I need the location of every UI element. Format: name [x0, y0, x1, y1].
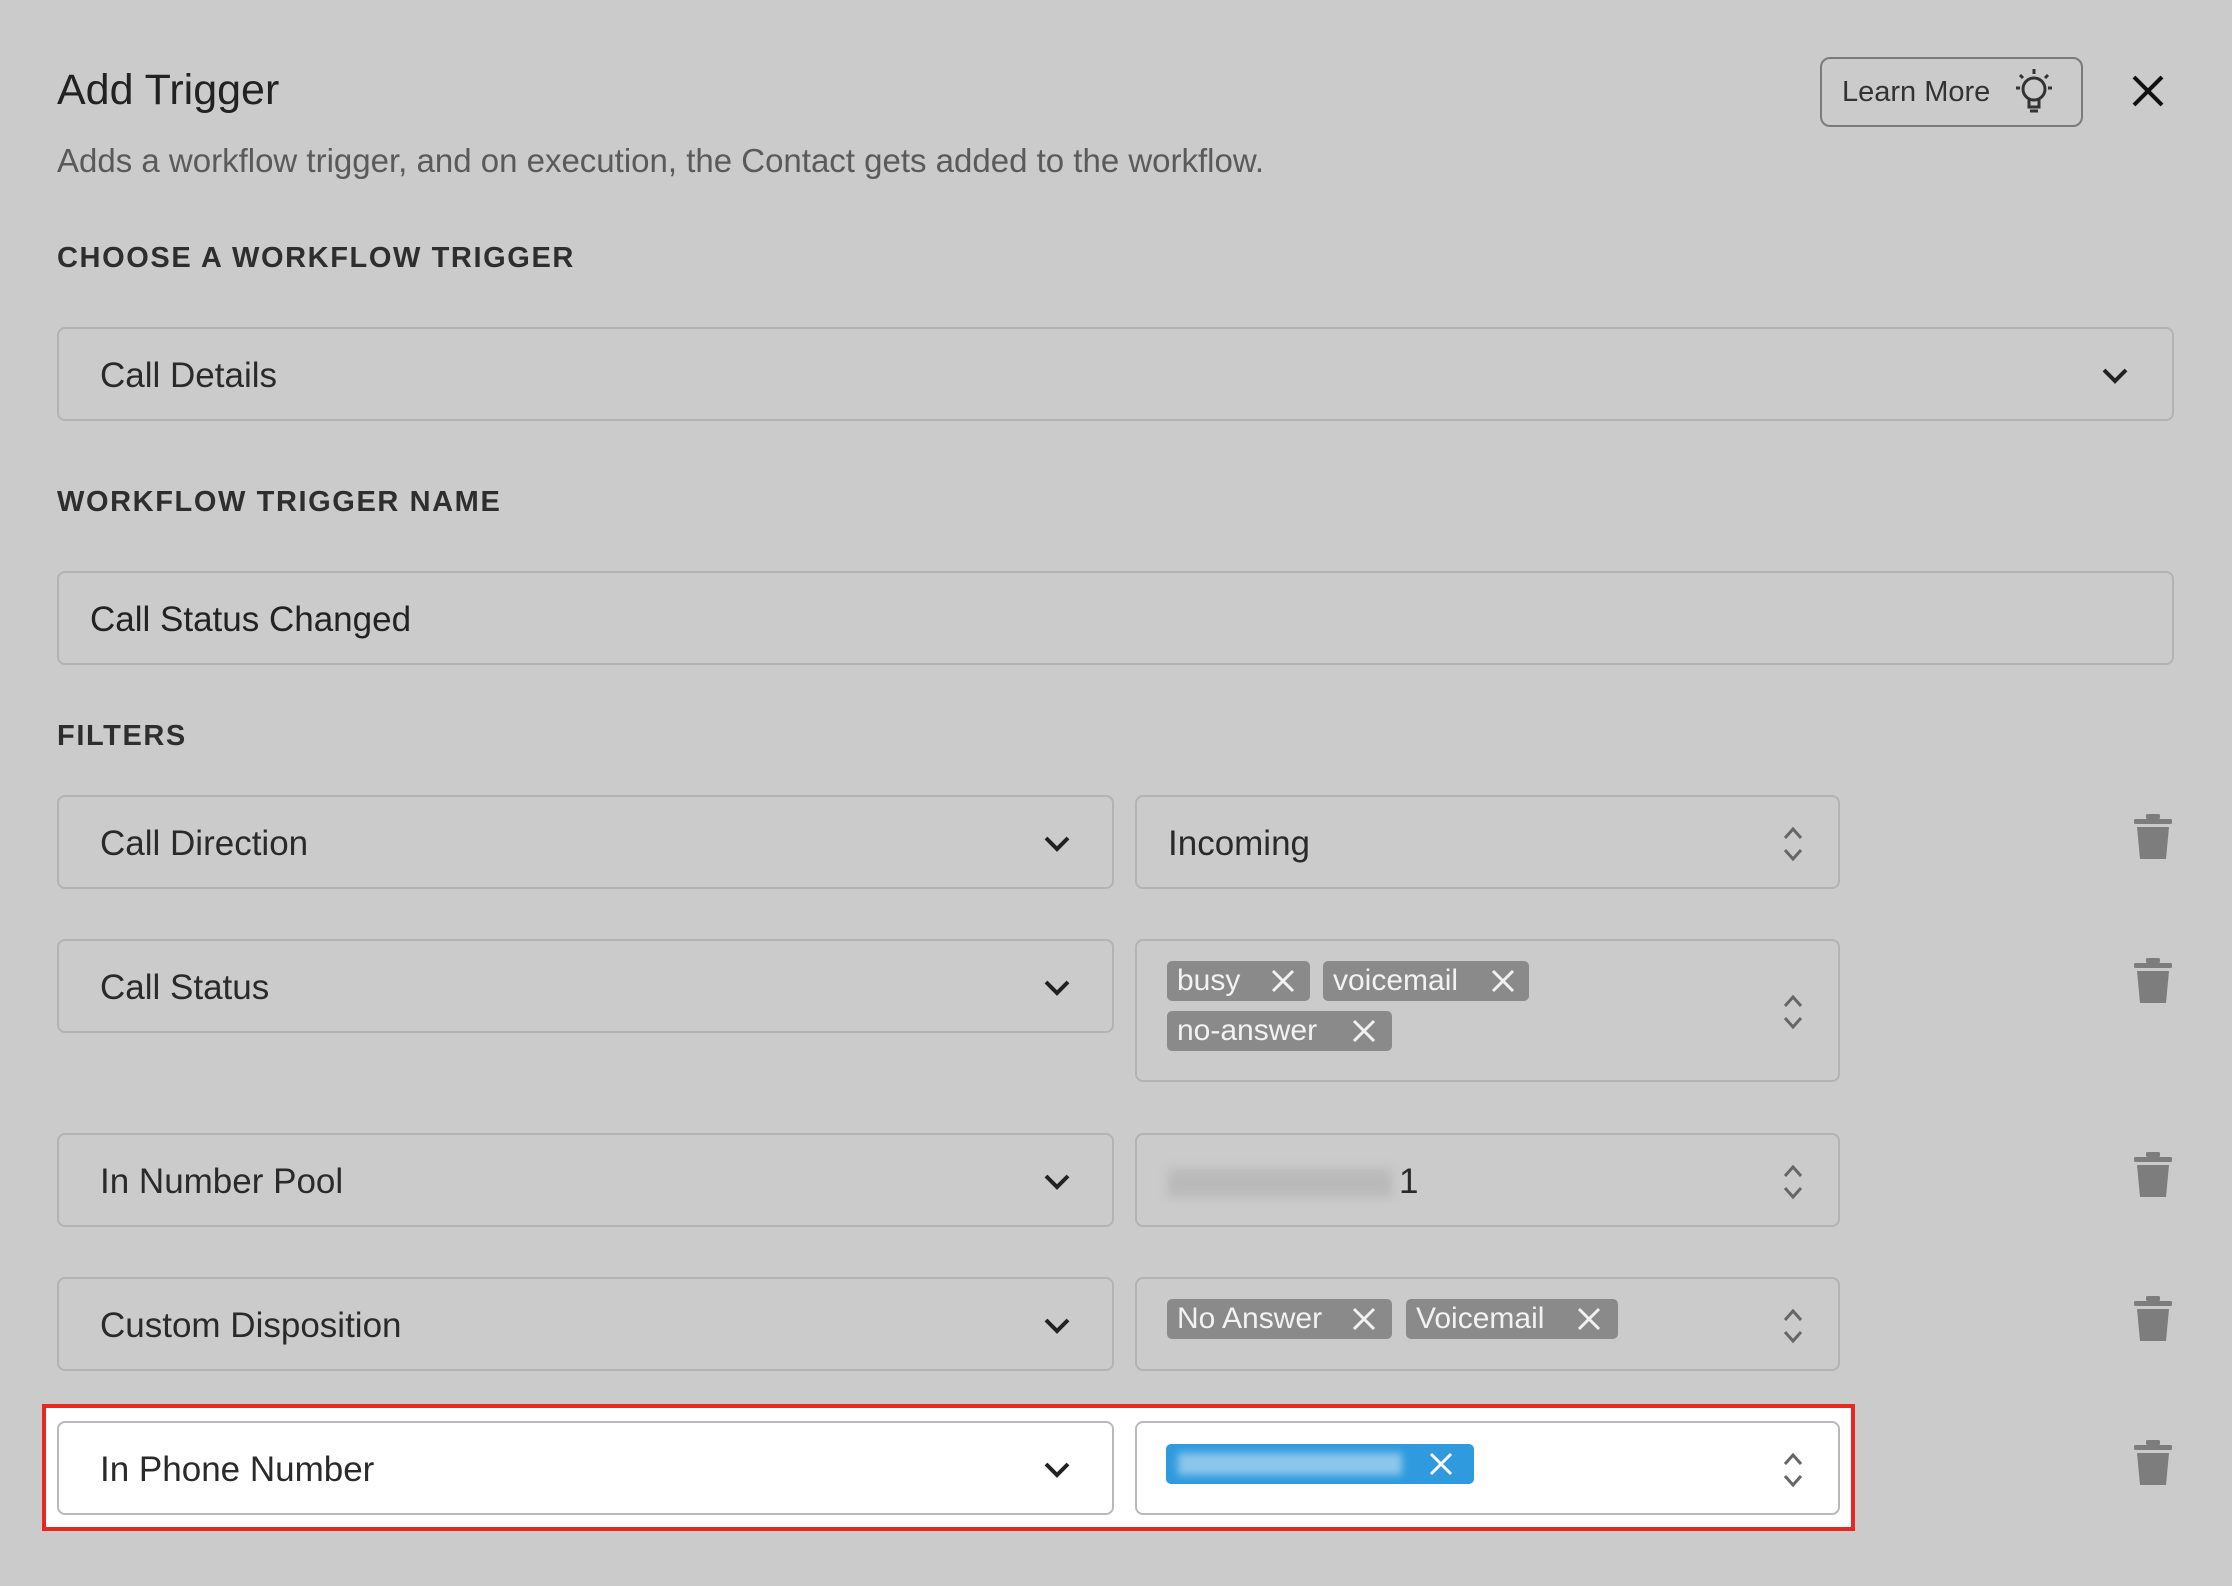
filters-section-label: FILTERS [57, 720, 187, 752]
filter-field-value: Call Status [100, 968, 270, 1007]
learn-more-label: Learn More [1842, 75, 1991, 108]
filter-tag: no-answer [1167, 1011, 1392, 1051]
trash-icon[interactable] [2133, 1439, 2173, 1487]
filter-field-value: Custom Disposition [100, 1306, 402, 1345]
trigger-select[interactable]: Call Details [57, 327, 2174, 421]
trash-icon[interactable] [2133, 1295, 2173, 1343]
filter-tag: voicemail [1323, 961, 1529, 1001]
x-icon[interactable] [1490, 968, 1516, 994]
trash-icon[interactable] [2133, 813, 2173, 861]
filter-field-select[interactable]: In Number Pool [57, 1133, 1114, 1227]
x-icon[interactable] [1428, 1451, 1454, 1477]
lightbulb-icon [2016, 69, 2053, 113]
chevron-down-icon [1044, 1462, 1070, 1478]
chevron-down-icon [2102, 368, 2128, 384]
filter-field-select[interactable]: Custom Disposition [57, 1277, 1114, 1371]
filter-value-suffix: 1 [1399, 1162, 1419, 1201]
chevron-down-icon [1044, 980, 1070, 996]
filter-field-value: In Phone Number [100, 1450, 375, 1489]
updown-chevron-icon [1783, 1164, 1803, 1200]
modal-subtitle: Adds a workflow trigger, and on executio… [57, 142, 1265, 179]
filter-value-multiselect[interactable]: No Answer Voicemail [1135, 1277, 1840, 1371]
modal-title: Add Trigger [57, 66, 280, 114]
chevron-down-icon [1044, 1318, 1070, 1334]
filter-tag: Voicemail [1406, 1299, 1618, 1339]
updown-chevron-icon [1783, 994, 1803, 1030]
redacted-value [1168, 1169, 1392, 1197]
filter-field-select[interactable]: In Phone Number [57, 1421, 1114, 1515]
filter-tag-label: No Answer [1177, 1302, 1323, 1335]
updown-chevron-icon [1783, 826, 1803, 862]
redacted-phone-number [1178, 1453, 1402, 1475]
trigger-name-section-label: WORKFLOW TRIGGER NAME [57, 486, 502, 518]
filter-value-select[interactable]: Incoming [1135, 795, 1840, 889]
trash-icon[interactable] [2133, 957, 2173, 1005]
trigger-select-value: Call Details [100, 356, 277, 395]
learn-more-button[interactable]: Learn More [1820, 57, 2083, 127]
x-icon[interactable] [1576, 1306, 1602, 1332]
phone-number-tag [1166, 1444, 1474, 1484]
filter-field-value: Call Direction [100, 824, 309, 863]
filter-tag-label: no-answer [1177, 1014, 1318, 1047]
chevron-down-icon [1044, 1174, 1070, 1190]
trigger-name-value: Call Status Changed [90, 600, 412, 639]
chevron-down-icon [1044, 836, 1070, 852]
filter-field-select[interactable]: Call Status [57, 939, 1114, 1033]
filter-value-select[interactable]: 1 [1135, 1133, 1840, 1227]
filter-value-text: Incoming [1168, 824, 1311, 863]
updown-chevron-icon [1783, 1452, 1803, 1488]
close-icon[interactable] [2130, 73, 2166, 109]
filter-tag-label: Voicemail [1416, 1302, 1545, 1335]
x-icon[interactable] [1270, 968, 1296, 994]
trash-icon[interactable] [2133, 1151, 2173, 1199]
x-icon[interactable] [1351, 1018, 1377, 1044]
trigger-section-label: CHOOSE A WORKFLOW TRIGGER [57, 242, 575, 274]
filter-tag: No Answer [1167, 1299, 1392, 1339]
x-icon[interactable] [1351, 1306, 1377, 1332]
filter-tag-label: voicemail [1333, 964, 1459, 997]
updown-chevron-icon [1783, 1308, 1803, 1344]
filter-field-value: In Number Pool [100, 1162, 344, 1201]
filter-tag-label: busy [1177, 964, 1241, 997]
filter-field-select[interactable]: Call Direction [57, 795, 1114, 889]
trigger-name-input[interactable]: Call Status Changed [57, 571, 2174, 665]
filter-tag: busy [1167, 961, 1310, 1001]
filter-value-multiselect[interactable]: busy voicemail no-answer [1135, 939, 1840, 1082]
